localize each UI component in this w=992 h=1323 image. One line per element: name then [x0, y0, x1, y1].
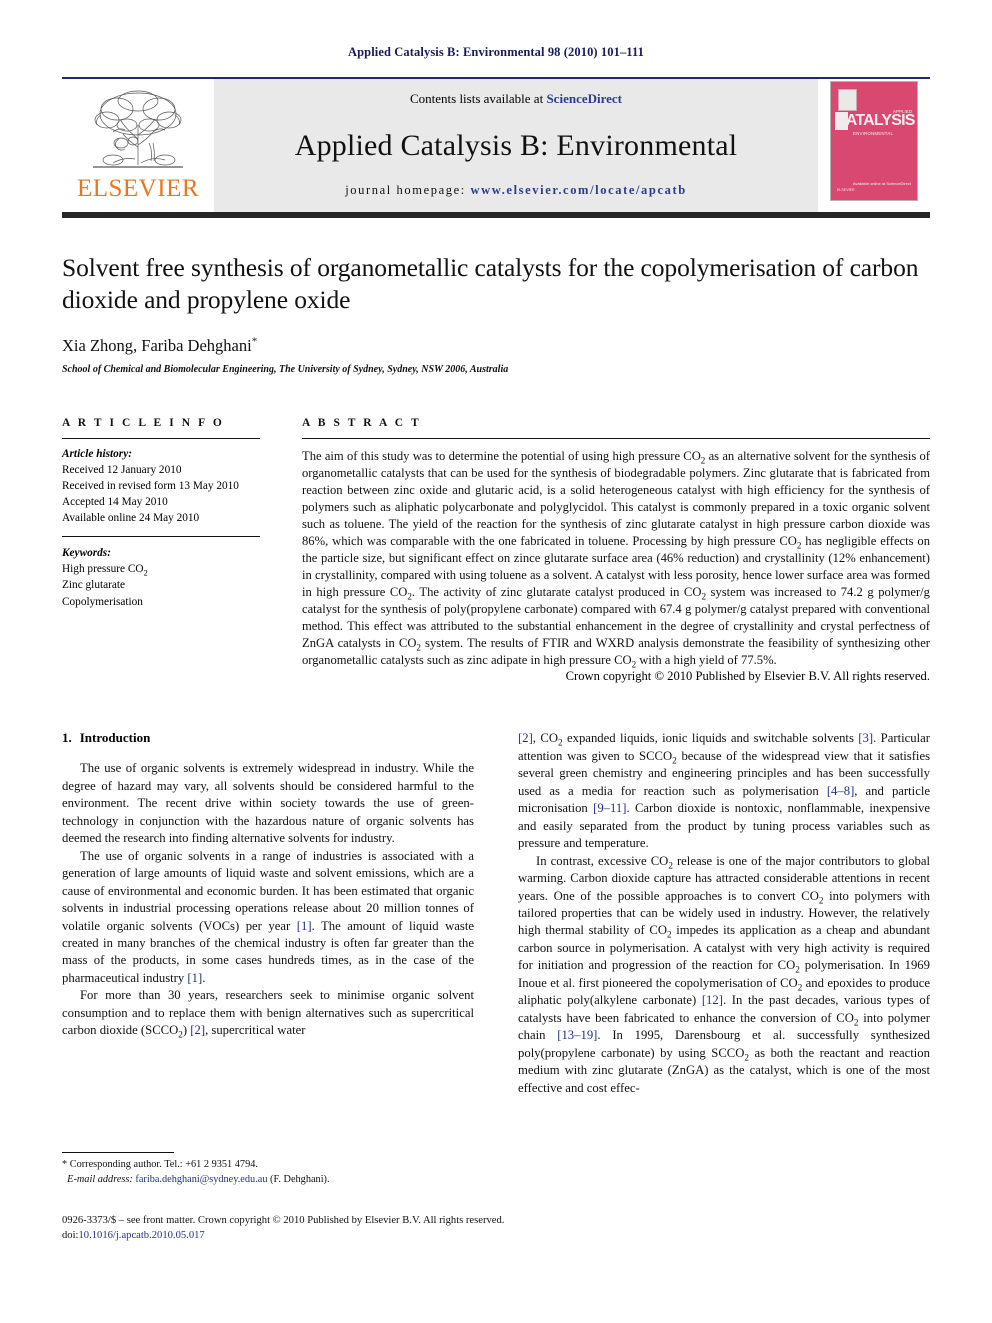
publisher-logo: ELSEVIER [62, 79, 214, 212]
keyword-item: Zinc glutarate [62, 579, 126, 592]
email-note: E-mail address: fariba.dehghani@sydney.e… [62, 1173, 466, 1188]
contents-prefix: Contents lists available at [409, 91, 547, 106]
paragraph: In contrast, excessive CO2 release is on… [518, 853, 930, 1095]
section-number: 1. [62, 730, 72, 746]
abstract-rule [302, 438, 930, 440]
cover-subtitle: ENVIRONMENTAL [853, 131, 894, 136]
abstract-text: The aim of this study was to determine t… [302, 449, 930, 670]
article-info-heading: A R T I C L E I N F O [62, 417, 225, 430]
keywords-block: Keywords: High pressure CO2 Zinc glutara… [62, 545, 260, 609]
history-item: Available online 24 May 2010 [62, 512, 200, 525]
sciencedirect-link[interactable]: ScienceDirect [546, 91, 622, 106]
corresponding-author-note: * Corresponding author. Tel.: +61 2 9351… [62, 1159, 258, 1170]
journal-homepage-line: journal homepage: www.elsevier.com/locat… [345, 183, 687, 198]
elsevier-wordmark: ELSEVIER [76, 175, 200, 202]
author-names: Xia Zhong, Fariba Dehghani [62, 336, 252, 356]
contents-available-line: Contents lists available at ScienceDirec… [410, 91, 622, 107]
running-head: Applied Catalysis B: Environmental 98 (2… [348, 45, 644, 59]
issn-copyright-line: 0926-3373/$ – see front matter. Crown co… [62, 1215, 505, 1226]
corresponding-author-marker: * [251, 335, 258, 348]
email-suffix: (F. Dehghani). [270, 1173, 330, 1185]
history-item: Accepted 14 May 2010 [62, 496, 168, 509]
article-history-block: Article history: Received 12 January 201… [62, 446, 260, 526]
page-footer: 0926-3373/$ – see front matter. Crown co… [62, 1213, 622, 1244]
homepage-prefix: journal homepage: [345, 183, 471, 197]
abstract-column: A B S T R A C T The aim of this study wa… [302, 417, 930, 684]
footnote-rule [62, 1152, 174, 1153]
affiliation: School of Chemical and Biomolecular Engi… [62, 364, 509, 376]
footnote-block: * Corresponding author. Tel.: +61 2 9351… [62, 1152, 466, 1187]
email-label: E-mail address: [67, 1173, 133, 1185]
paragraph: For more than 30 years, researchers seek… [62, 988, 474, 1040]
abstract-heading: A B S T R A C T [302, 417, 422, 430]
abstract-copyright: Crown copyright © 2010 Published by Else… [565, 669, 930, 684]
keyword-item: Copolymerisation [62, 595, 143, 608]
doi-link[interactable]: 10.1016/j.apcatb.2010.05.017 [78, 1230, 204, 1241]
keywords-rule [62, 536, 260, 538]
homepage-url-link[interactable]: www.elsevier.com/locate/apcatb [471, 183, 687, 197]
keyword-item: High pressure CO2 [62, 563, 148, 578]
article-history-label: Article history: [62, 448, 132, 461]
page-title: Solvent free synthesis of organometallic… [62, 253, 919, 315]
paragraph: [2], CO2 expanded liquids, ionic liquids… [518, 731, 931, 851]
keywords-label: Keywords: [62, 547, 111, 560]
body-columns: 1. Introduction The use of organic solven… [62, 730, 930, 1097]
history-item: Received 12 January 2010 [62, 464, 182, 477]
body-left-column: 1. Introduction The use of organic solven… [62, 730, 474, 1097]
masthead-center: Contents lists available at ScienceDirec… [214, 79, 818, 212]
cover-kicker: APPLIED [892, 109, 912, 114]
email-link[interactable]: fariba.dehghani@sydney.edu.au [135, 1174, 267, 1185]
section-title: Introduction [79, 730, 151, 746]
title-block: Solvent free synthesis of organometallic… [62, 218, 930, 375]
doi-prefix: doi: [62, 1230, 79, 1242]
article-info-column: A R T I C L E I N F O Article history: R… [62, 417, 302, 684]
masthead-right: CATALYSIS APPLIED ENVIRONMENTAL Availabl… [818, 79, 930, 212]
article-info-rule [62, 438, 260, 440]
journal-masthead: ELSEVIER Contents lists available at Sci… [62, 79, 930, 212]
paper-page: Applied Catalysis B: Environmental 98 (2… [0, 0, 992, 1323]
journal-title: Applied Catalysis B: Environmental [294, 128, 738, 162]
paragraph: The use of organic solvents in a range o… [62, 848, 474, 985]
body-right-column: [2], CO2 expanded liquids, ionic liquids… [518, 730, 930, 1097]
cover-footer-text: ELSEVIER [837, 187, 855, 192]
paragraph: The use of organic solvents is extremely… [62, 761, 474, 846]
doi-line: doi:10.1016/j.apcatb.2010.05.017 [62, 1228, 622, 1243]
cover-publisher-icon [838, 89, 857, 111]
section-heading-introduction: 1. Introduction [62, 730, 474, 746]
journal-cover-thumbnail: CATALYSIS APPLIED ENVIRONMENTAL Availabl… [830, 81, 918, 201]
elsevier-tree-icon [93, 90, 183, 168]
info-abstract-row: A R T I C L E I N F O Article history: R… [62, 417, 930, 684]
cover-title: CATALYSIS [835, 112, 915, 129]
author-list: Xia Zhong, Fariba Dehghani* [62, 336, 930, 356]
history-item: Received in revised form 13 May 2010 [62, 480, 239, 493]
cover-sciencedirect-text: Available online at ScienceDirect [852, 181, 911, 186]
